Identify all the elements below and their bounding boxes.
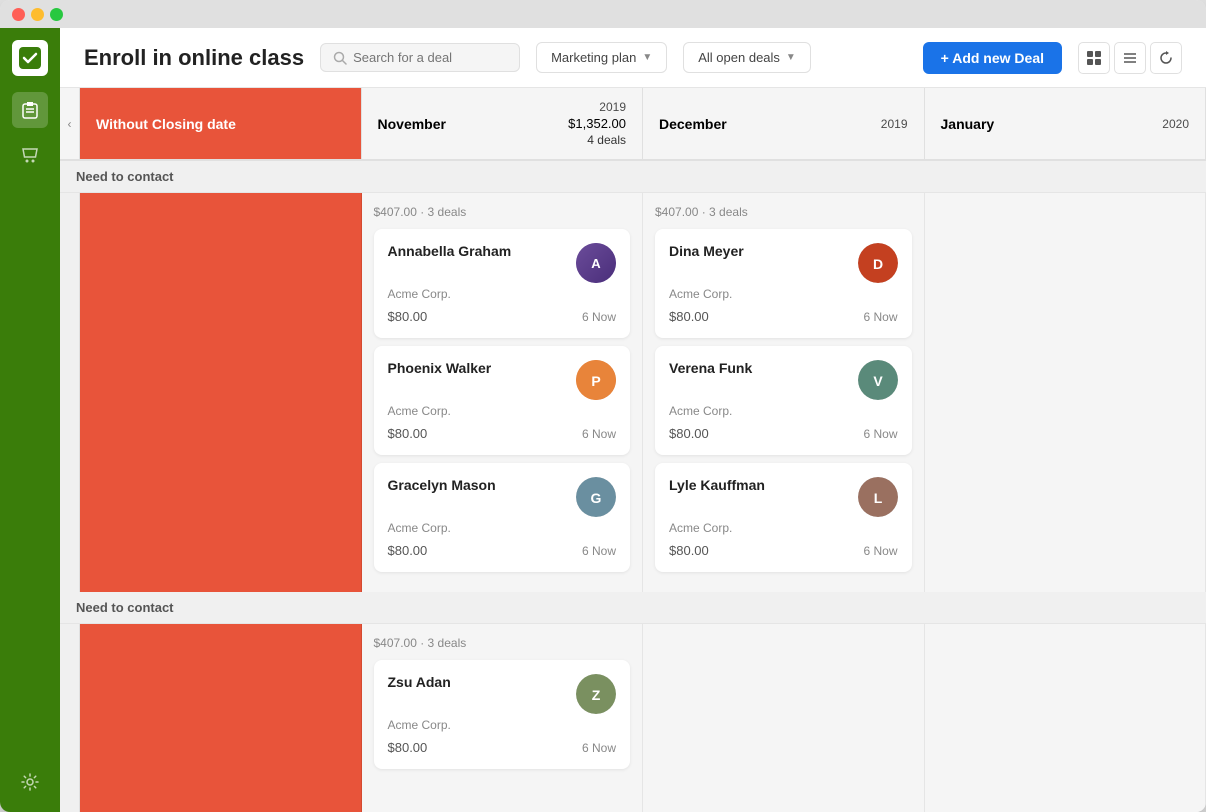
avatar: V [858, 360, 898, 400]
sidebar-item-shop[interactable] [12, 136, 48, 172]
pipeline-content: Need to contact $407.00 · 3 deals [60, 161, 1206, 812]
col-summary: $407.00 · 3 deals [655, 205, 912, 219]
sidebar [0, 28, 60, 812]
kanban-col-red-2 [80, 624, 362, 812]
kanban-col-dec-1: $407.00 · 3 deals Dina Meyer D [643, 193, 925, 592]
svg-text:D: D [872, 256, 882, 272]
kanban-col-nov-2: $407.00 · 3 deals Zsu Adan Z [362, 624, 644, 812]
kanban-row-1: $407.00 · 3 deals Annabella Graham A [60, 193, 1206, 592]
col-header-no-date: Without Closing date [80, 88, 362, 159]
header: Enroll in online class Marketing plan ▼ … [60, 28, 1206, 88]
column-headers: ‹ Without Closing date November 2019 $1,… [60, 88, 1206, 161]
stage-label-2: Need to contact [60, 592, 1206, 624]
sidebar-logo [12, 40, 48, 76]
main-content: Enroll in online class Marketing plan ▼ … [60, 28, 1206, 812]
kanban-col-jan-1 [925, 193, 1206, 592]
stage-label-1: Need to contact [60, 161, 1206, 193]
grid-view-button[interactable] [1078, 42, 1110, 74]
avatar: G [576, 477, 616, 517]
toggle-col [60, 624, 80, 812]
deal-card[interactable]: Annabella Graham A Acme Corp. $80.00 [374, 229, 631, 338]
avatar: L [858, 477, 898, 517]
kanban-col-dec-2 [643, 624, 925, 812]
col-summary: $407.00 · 3 deals [374, 205, 631, 219]
search-box [320, 43, 520, 72]
chevron-down-icon: ▼ [786, 52, 796, 63]
sidebar-item-clipboard[interactable] [12, 92, 48, 128]
svg-text:G: G [591, 490, 602, 506]
sidebar-item-settings[interactable] [12, 764, 48, 800]
deal-card[interactable]: Zsu Adan Z Acme Corp. $80.00 6 Now [374, 660, 631, 769]
minimize-button[interactable] [31, 8, 44, 21]
deal-card[interactable]: Phoenix Walker P Acme Corp. $80.00 6 [374, 346, 631, 455]
list-view-button[interactable] [1114, 42, 1146, 74]
search-input[interactable] [353, 50, 503, 65]
page-title: Enroll in online class [84, 45, 304, 71]
col-summary: $407.00 · 3 deals [374, 636, 631, 650]
deals-filter-dropdown[interactable]: All open deals ▼ [683, 42, 811, 73]
add-deal-button[interactable]: + Add new Deal [923, 42, 1062, 74]
toggle-col [60, 193, 80, 592]
avatar: A [576, 243, 616, 283]
search-icon [333, 51, 347, 65]
title-bar [0, 0, 1206, 28]
svg-text:P: P [591, 373, 600, 389]
marketing-plan-dropdown[interactable]: Marketing plan ▼ [536, 42, 667, 73]
svg-text:Z: Z [592, 687, 601, 703]
deal-card[interactable]: Gracelyn Mason G Acme Corp. $80.00 6 [374, 463, 631, 572]
svg-text:V: V [873, 373, 883, 389]
sidebar-toggle[interactable]: ‹ [60, 88, 80, 159]
view-icons [1078, 42, 1182, 74]
chevron-down-icon: ▼ [642, 52, 652, 63]
refresh-button[interactable] [1150, 42, 1182, 74]
col-header-december: December 2019 [643, 88, 925, 159]
col-header-january: January 2020 [925, 88, 1206, 159]
kanban-col-nov-1: $407.00 · 3 deals Annabella Graham A [362, 193, 644, 592]
kanban-col-jan-2 [925, 624, 1206, 812]
deal-card[interactable]: Verena Funk V Acme Corp. $80.00 6 Now [655, 346, 912, 455]
close-button[interactable] [12, 8, 25, 21]
pipeline: ‹ Without Closing date November 2019 $1,… [60, 88, 1206, 812]
maximize-button[interactable] [50, 8, 63, 21]
kanban-row-2: $407.00 · 3 deals Zsu Adan Z [60, 624, 1206, 812]
svg-text:L: L [873, 490, 882, 506]
deal-card[interactable]: Dina Meyer D Acme Corp. $80.00 6 Now [655, 229, 912, 338]
avatar: P [576, 360, 616, 400]
deal-card[interactable]: Lyle Kauffman L Acme Corp. $80.00 6 N [655, 463, 912, 572]
kanban-col-red-1 [80, 193, 362, 592]
avatar: D [858, 243, 898, 283]
avatar: Z [576, 674, 616, 714]
col-header-november: November 2019 $1,352.00 4 deals [362, 88, 644, 159]
